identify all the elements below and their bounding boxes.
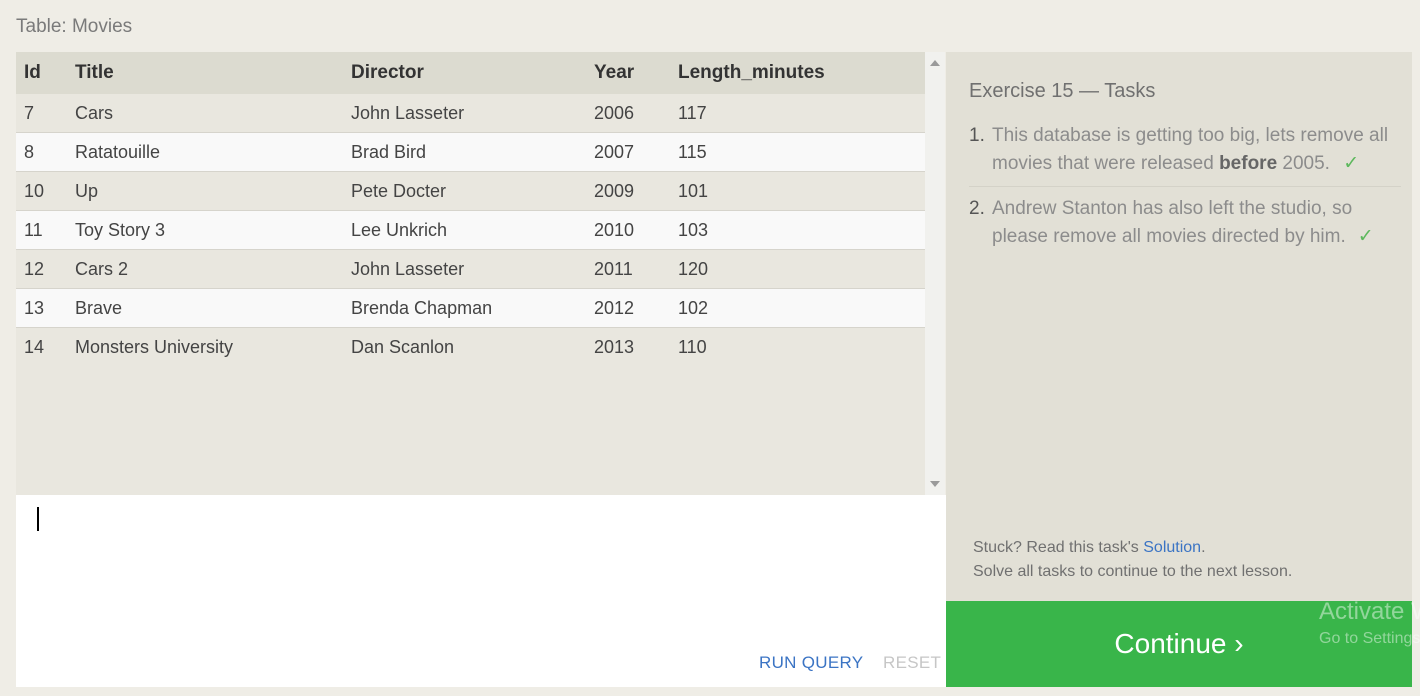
scroll-up-arrow-icon[interactable] [930, 60, 940, 66]
task-text-end: 2005. [1277, 153, 1330, 174]
cell-title: Monsters University [75, 327, 351, 366]
cell-year: 2009 [594, 171, 678, 211]
cell-year: 2010 [594, 210, 678, 250]
column-header-director: Director [351, 52, 594, 94]
cell-length: 117 [678, 94, 925, 133]
cell-length: 102 [678, 288, 925, 328]
hint-prefix: Stuck? Read this task's [973, 539, 1144, 556]
cell-length: 120 [678, 249, 925, 289]
table-row: 13 Brave Brenda Chapman 2012 102 [16, 288, 925, 328]
run-query-button[interactable]: RUN QUERY [759, 653, 863, 673]
cell-director: Lee Unkrich [351, 210, 594, 250]
table-row: 7 Cars John Lasseter 2006 117 [16, 94, 925, 133]
cell-id: 13 [16, 288, 75, 328]
cell-year: 2007 [594, 132, 678, 172]
cell-id: 10 [16, 171, 75, 211]
cell-director: Brad Bird [351, 132, 594, 172]
continue-button[interactable]: Continue › [946, 601, 1412, 687]
cell-title: Brave [75, 288, 351, 328]
cell-year: 2006 [594, 94, 678, 133]
table-row: 12 Cars 2 John Lasseter 2011 120 [16, 249, 925, 289]
table-caption: Table: Movies [16, 16, 133, 37]
tasks-panel: Exercise 15 — Tasks 1. This database is … [946, 52, 1412, 601]
task-item: 2. Andrew Stanton has also left the stud… [969, 186, 1401, 251]
task-item: 1. This database is getting too big, let… [969, 122, 1401, 178]
cell-id: 14 [16, 327, 75, 366]
task-number: 2. [969, 198, 985, 219]
cell-id: 11 [16, 210, 75, 250]
table-row: 11 Toy Story 3 Lee Unkrich 2010 103 [16, 210, 925, 250]
cell-director: John Lasseter [351, 249, 594, 289]
cell-title: Up [75, 171, 351, 211]
hint-suffix: . [1201, 539, 1206, 556]
cell-director: Dan Scanlon [351, 327, 594, 366]
text-cursor [37, 507, 39, 531]
table-row: 8 Ratatouille Brad Bird 2007 115 [16, 132, 925, 172]
sql-query-editor[interactable]: RUN QUERY RESET [16, 495, 946, 687]
cell-id: 12 [16, 249, 75, 289]
column-header-id: Id [16, 52, 75, 94]
cell-title: Cars [75, 94, 351, 133]
cell-year: 2013 [594, 327, 678, 366]
cell-year: 2011 [594, 249, 678, 289]
cell-length: 110 [678, 327, 925, 366]
scroll-down-arrow-icon[interactable] [930, 481, 940, 487]
cell-title: Toy Story 3 [75, 210, 351, 250]
table-header-row: Id Title Director Year Length_minutes [16, 52, 925, 94]
results-table: Id Title Director Year Length_minutes 7 … [16, 52, 925, 366]
hint-line-2: Solve all tasks to continue to the next … [973, 563, 1293, 580]
column-header-title: Title [75, 52, 351, 94]
cell-id: 7 [16, 94, 75, 133]
hint-text: Stuck? Read this task's Solution. Solve … [973, 536, 1292, 584]
results-table-container: Id Title Director Year Length_minutes 7 … [16, 52, 925, 495]
table-row: 10 Up Pete Docter 2009 101 [16, 171, 925, 211]
cell-director: John Lasseter [351, 94, 594, 133]
column-header-length: Length_minutes [678, 52, 925, 94]
cell-year: 2012 [594, 288, 678, 328]
table-scrollbar[interactable] [925, 52, 945, 495]
task-number: 1. [969, 125, 985, 146]
task-text: Andrew Stanton has also left the studio,… [992, 198, 1353, 247]
solution-link[interactable]: Solution [1143, 539, 1201, 556]
cell-director: Brenda Chapman [351, 288, 594, 328]
task-list: 1. This database is getting too big, let… [969, 122, 1401, 251]
tasks-title: Exercise 15 — Tasks [969, 80, 1156, 102]
checkmark-icon: ✓ [1357, 226, 1374, 247]
table-row: 14 Monsters University Dan Scanlon 2013 … [16, 327, 925, 366]
sql-exercise-page: Table: Movies Id Title Director Year Len… [0, 0, 1420, 696]
cell-title: Ratatouille [75, 132, 351, 172]
checkmark-icon: ✓ [1343, 153, 1360, 174]
cell-length: 101 [678, 171, 925, 211]
cell-length: 115 [678, 132, 925, 172]
cell-id: 8 [16, 132, 75, 172]
cell-length: 103 [678, 210, 925, 250]
column-header-year: Year [594, 52, 678, 94]
task-text-bold: before [1219, 153, 1278, 174]
reset-button[interactable]: RESET [883, 653, 941, 673]
cell-title: Cars 2 [75, 249, 351, 289]
cell-director: Pete Docter [351, 171, 594, 211]
